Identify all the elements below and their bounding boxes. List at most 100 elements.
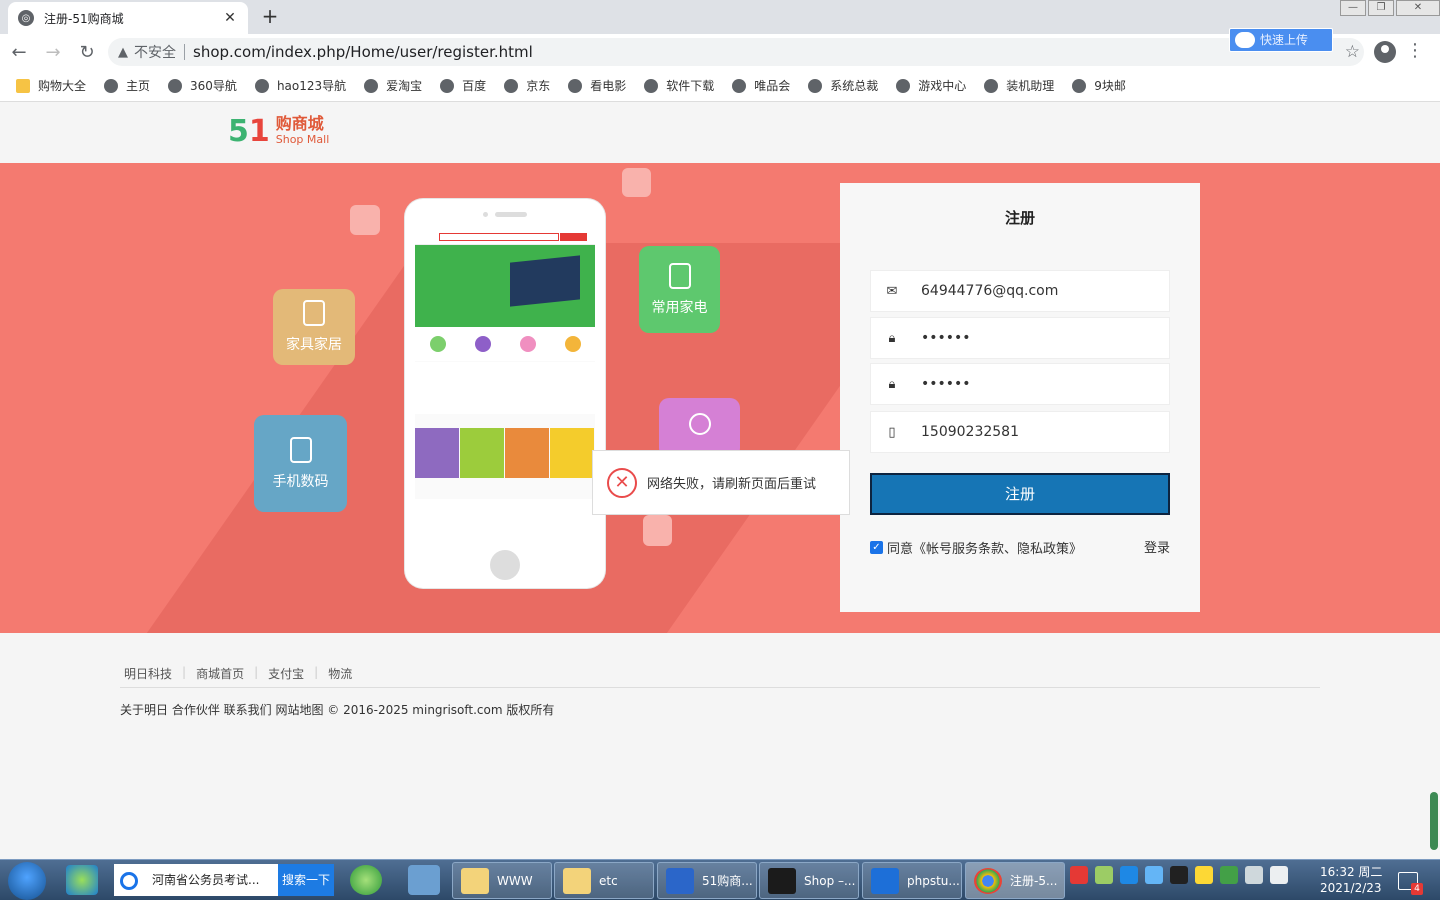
email-value: 64944776@qq.com [921,283,1059,299]
footer-link[interactable]: 物流 [328,665,352,682]
login-link[interactable]: 登录 [1144,537,1170,556]
envelope-icon: ✉ [886,283,898,299]
task-etc[interactable]: etc [554,862,654,899]
register-button[interactable]: 注册 [870,473,1170,515]
bookmark-item[interactable]: 主页 [104,77,150,94]
bookmark-label: 主页 [126,79,151,93]
task-label: WWW [497,873,533,888]
new-tab-button[interactable]: + [258,4,282,28]
email-field[interactable]: ✉ 64944776@qq.com [870,270,1170,312]
bookmark-item[interactable]: 360导航 [168,77,237,94]
clock[interactable]: 16:32 周二 2021/2/23 [1320,864,1382,896]
scissors-icon[interactable] [408,865,440,895]
close-window-icon[interactable]: ✕ [1396,0,1440,16]
p-icon[interactable] [1120,866,1138,884]
hero-banner: 家具家居 手机数码 常用家电 [0,163,1440,633]
site-header: 51 购商城 Shop Mall [0,102,1440,163]
bookmark-label: 购物大全 [38,79,87,93]
cloud-upload-button[interactable]: 快速上传 [1229,28,1333,52]
password-confirm-field[interactable]: 🔒︎ •••••• [870,363,1170,405]
footer-link[interactable]: 明日科技 [124,665,172,682]
footer-link[interactable]: 支付宝 [268,665,304,682]
reload-icon[interactable]: ↻ [72,37,102,67]
bookmark-item[interactable]: 京东 [504,77,550,94]
globe-icon [808,78,823,93]
phone-camera [483,212,488,217]
phone-field[interactable]: ▯ 15090232581 [870,411,1170,453]
bookmark-label: 唯品会 [754,79,791,93]
profile-icon[interactable] [1374,41,1396,63]
bookmark-item[interactable]: 装机助理 [984,77,1054,94]
bookmark-item[interactable]: hao123导航 [254,77,346,94]
chrome-icon [974,868,1002,894]
bookmark-item[interactable]: 爱淘宝 [364,77,422,94]
form-title: 注册 [1004,209,1035,227]
cloud-tray-icon[interactable] [1145,866,1163,884]
password-field[interactable]: 🔒︎ •••••• [870,317,1170,359]
qq-icon[interactable] [1170,866,1188,884]
network-icon[interactable] [1245,866,1263,884]
globe-icon [732,78,747,93]
task-word[interactable]: 51购商... [657,862,757,899]
taskbar-search-input[interactable]: 河南省公务员考试... [114,864,278,896]
category-label: 家具家居 [286,337,342,353]
phone-value: 15090232581 [921,424,1019,440]
game-icon[interactable] [1195,866,1213,884]
footer-copyright: 关于明日 合作伙伴 联系我们 网站地图 © 2016-2025 mingriso… [120,703,555,717]
bookmark-item[interactable]: 游戏中心 [896,77,966,94]
address-bar[interactable]: ▲ 不安全 shop.com/index.php/Home/user/regis… [108,38,1364,66]
forward-icon[interactable]: → [38,37,68,67]
bookmark-item[interactable]: 购物大全 [16,77,86,94]
category-appliance[interactable]: 常用家电 [639,246,720,333]
scroll-widget[interactable] [1430,792,1438,850]
phone-home-button [490,550,520,580]
globe-icon [168,78,183,93]
globe-icon [1072,78,1087,93]
task-phpstudy[interactable]: phpstu... [862,862,962,899]
bookmark-item[interactable]: 百度 [440,77,486,94]
error-icon: ✕ [607,467,637,498]
divider [184,44,185,60]
refresh-app-icon[interactable] [350,865,382,895]
task-phpstorm[interactable]: Shop –... [759,862,859,899]
bookmark-item[interactable]: 9块邮 [1072,77,1126,94]
screen-product-tiles [415,428,595,478]
cloud-icon [1235,32,1255,48]
back-icon[interactable]: ← [4,37,34,67]
security-icon[interactable] [1220,866,1238,884]
lock-icon: 🔒︎ [888,330,896,346]
bookmark-item[interactable]: 软件下载 [644,77,714,94]
battery-icon[interactable] [1095,866,1113,884]
logo-51-mark: 51 [228,114,270,149]
bookmark-item[interactable]: 唯品会 [732,77,790,94]
browser-toolbar: ← → ↻ ▲ 不安全 shop.com/index.php/Home/user… [0,34,1440,70]
restore-icon[interactable]: ❐ [1368,0,1394,16]
error-message: 网络失败，请刷新页面后重试 [647,477,817,492]
menu-icon[interactable]: ⋮ [1406,40,1424,61]
app-icon[interactable] [66,865,98,895]
taskbar-search-button[interactable]: 搜索一下 [278,864,334,896]
start-button[interactable] [8,862,46,900]
task-www[interactable]: WWW [452,862,552,899]
footer-link[interactable]: 商城首页 [196,665,244,682]
category-fruit[interactable] [659,398,740,458]
bookmark-item[interactable]: 看电影 [568,77,626,94]
volume-icon[interactable] [1270,866,1288,884]
word-icon [666,868,694,894]
notification-icon[interactable]: 4 [1398,872,1423,895]
bookmark-star-icon[interactable]: ☆ [1345,42,1360,62]
minimize-icon[interactable]: — [1340,0,1366,16]
agree-text[interactable]: 同意《帐号服务条款、隐私政策》 [887,538,1082,557]
agree-checkbox[interactable]: ✓ [870,541,883,554]
screen-bottom-nav [415,499,595,539]
category-digital[interactable]: 手机数码 [254,415,347,512]
sogou-icon[interactable] [1070,866,1088,884]
close-tab-icon[interactable]: ✕ [222,10,238,26]
site-logo[interactable]: 51 购商城 Shop Mall [228,116,329,148]
phone-screen [415,229,595,539]
category-furniture[interactable]: 家具家居 [273,289,355,365]
task-chrome[interactable]: 注册-5... [965,862,1065,899]
bookmark-item[interactable]: 系统总裁 [808,77,878,94]
url-text[interactable]: shop.com/index.php/Home/user/register.ht… [193,43,533,61]
browser-tab[interactable]: ◎ 注册-51购商城 ✕ [8,2,248,34]
